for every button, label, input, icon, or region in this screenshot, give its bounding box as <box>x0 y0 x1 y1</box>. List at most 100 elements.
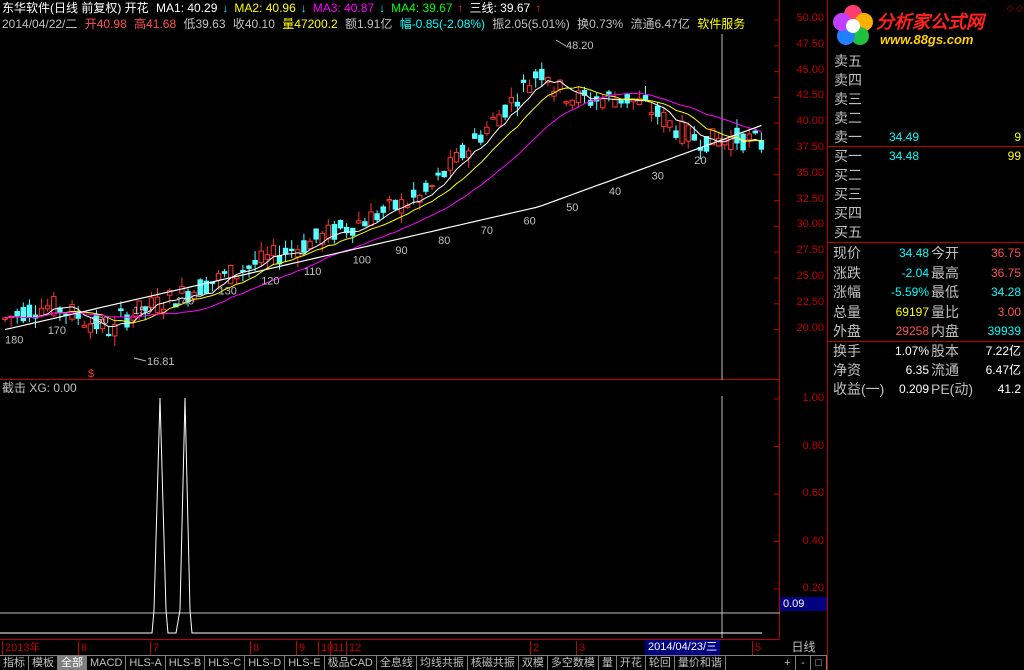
indicator-tab[interactable]: 量 <box>599 656 617 670</box>
candlestick <box>337 219 344 230</box>
price-axis-label: 30.00 <box>796 218 824 231</box>
ask-level-label: 卖四 <box>834 72 862 88</box>
candle-body <box>307 240 313 250</box>
candle-body <box>301 240 307 253</box>
date-axis-tick: 2013年 <box>2 641 40 655</box>
stock-title: 东华软件(日线 前复权) 开花 <box>2 1 149 15</box>
candlestick <box>636 90 643 106</box>
indicator-tab[interactable]: 核磁共振 <box>468 656 519 670</box>
candlestick <box>435 167 441 181</box>
price-axis-label: 45.00 <box>796 63 824 76</box>
indicator-tab[interactable]: MACD <box>87 656 127 670</box>
ma-trend-icon: ↑ <box>457 1 464 15</box>
indicator-tab[interactable]: 均线共振 <box>417 656 468 670</box>
indicator-chart[interactable] <box>0 380 780 638</box>
price-chart[interactable]: 180 170 160 150 140 130 120 110 100 90 80 70 60 50 40 3… <box>0 0 780 380</box>
candlestick <box>667 119 673 132</box>
bar-date: 2014/04/22/二 <box>2 17 78 31</box>
indicator-tab[interactable]: 多空数模 <box>548 656 599 670</box>
ma-count-label: 30 <box>652 171 664 183</box>
candle-body <box>215 273 222 281</box>
candle-body <box>331 223 338 240</box>
logo: 分析家公式网 www.88gs.com ◇ ◇ <box>828 0 1024 52</box>
candle-body <box>746 133 752 141</box>
bar-sector[interactable]: 软件服务 <box>697 17 745 31</box>
candlestick <box>81 320 87 329</box>
zoom-button[interactable]: + <box>780 656 796 670</box>
candlestick <box>38 298 45 318</box>
min-price-pointer <box>133 357 147 362</box>
quote-value: 29258 <box>895 324 929 338</box>
candlestick <box>758 132 765 153</box>
candle-body <box>264 254 271 260</box>
fundamentals-row: 收益(一) 0.209 PE(动) 41.2 <box>831 380 1023 399</box>
fundamental-value: 6.35 <box>905 363 929 377</box>
indicator-tab[interactable]: 全息线 <box>377 656 417 670</box>
candle-body <box>411 189 417 198</box>
candle-body <box>563 101 569 104</box>
date-cursor-label: 2014/04/23/三 <box>645 640 721 655</box>
candlestick <box>484 121 490 136</box>
candle-body <box>526 85 533 93</box>
ma-count-label: 150 <box>133 305 151 317</box>
candlestick <box>533 68 539 88</box>
candlestick <box>69 299 75 322</box>
indicator-tab[interactable]: 量价和谐 <box>675 656 726 670</box>
candle-body <box>752 130 758 134</box>
candlestick <box>478 130 484 146</box>
indicator-tab[interactable]: HLS-D <box>245 656 286 670</box>
indicator-tab[interactable]: 极品CAD <box>325 656 377 670</box>
ma-count-label: 120 <box>261 276 279 288</box>
indicator-tab[interactable]: HLS-B <box>166 656 206 670</box>
date-axis-tick: 11 <box>330 641 344 655</box>
candlestick <box>106 326 112 337</box>
zoom-button[interactable]: □ <box>811 656 828 670</box>
candlestick <box>386 195 393 211</box>
candle-body <box>734 127 740 144</box>
candle-body <box>435 172 441 176</box>
candlestick <box>26 299 33 322</box>
date-axis-tick: 2 <box>530 641 539 655</box>
candlestick <box>374 210 380 223</box>
indicator-tab[interactable]: HLS-A <box>126 656 166 670</box>
bar-amplitude: 振2.05(5.01%) <box>492 17 570 31</box>
candle-body <box>661 111 667 128</box>
candle-body <box>289 248 295 252</box>
candle-body <box>600 98 606 109</box>
quote-label: 涨跌 <box>833 264 861 281</box>
candle-body <box>441 170 447 178</box>
candle-body <box>667 120 673 128</box>
quote-label: 现价 <box>833 245 861 261</box>
candlestick <box>356 211 362 225</box>
price-axis-label: 35.00 <box>796 166 824 179</box>
date-axis-tick: 5 <box>752 641 761 655</box>
candle-body <box>618 99 624 104</box>
candlestick <box>295 244 301 268</box>
quote-row: 总量 69197 量比 3.00 <box>831 303 1023 322</box>
candlestick <box>343 223 350 238</box>
price-axis-label: 40.00 <box>796 115 824 128</box>
candlestick <box>221 268 228 278</box>
quote-label: 总量 <box>833 303 861 320</box>
candlestick <box>264 246 271 269</box>
fundamental-value: 1.07% <box>894 344 929 358</box>
panel-toggle-icon[interactable]: ◇ ◇ <box>1007 3 1023 14</box>
indicator-tab[interactable]: 全部 <box>58 656 87 670</box>
candlestick <box>282 240 289 263</box>
indicator-tab[interactable]: 模板 <box>29 656 58 670</box>
ma-value: MA1: 40.29 <box>156 1 218 15</box>
candle-body <box>398 199 405 214</box>
indicator-tab[interactable]: HLS-C <box>205 656 246 670</box>
indicator-tab[interactable]: HLS-E <box>285 656 325 670</box>
period-label[interactable]: 日线 <box>780 639 827 655</box>
indicator-tab[interactable]: 指标 <box>0 656 29 670</box>
indicator-tab[interactable]: 轮回 <box>646 656 675 670</box>
indicator-tab[interactable]: 双模 <box>519 656 548 670</box>
indicator-tab[interactable]: 开花 <box>617 656 646 670</box>
price-chart-canvas[interactable]: 180 170 160 150 140 130 120 110 100 90 80 70 60 50 40 3… <box>0 0 780 380</box>
zoom-button[interactable]: - <box>796 656 812 670</box>
order-book-bid-row: 买一 34.48 99 <box>831 147 1021 166</box>
candle-body <box>20 307 27 322</box>
indicator-chart-canvas[interactable] <box>0 380 780 638</box>
date-axis-tick: 9 <box>296 641 305 655</box>
